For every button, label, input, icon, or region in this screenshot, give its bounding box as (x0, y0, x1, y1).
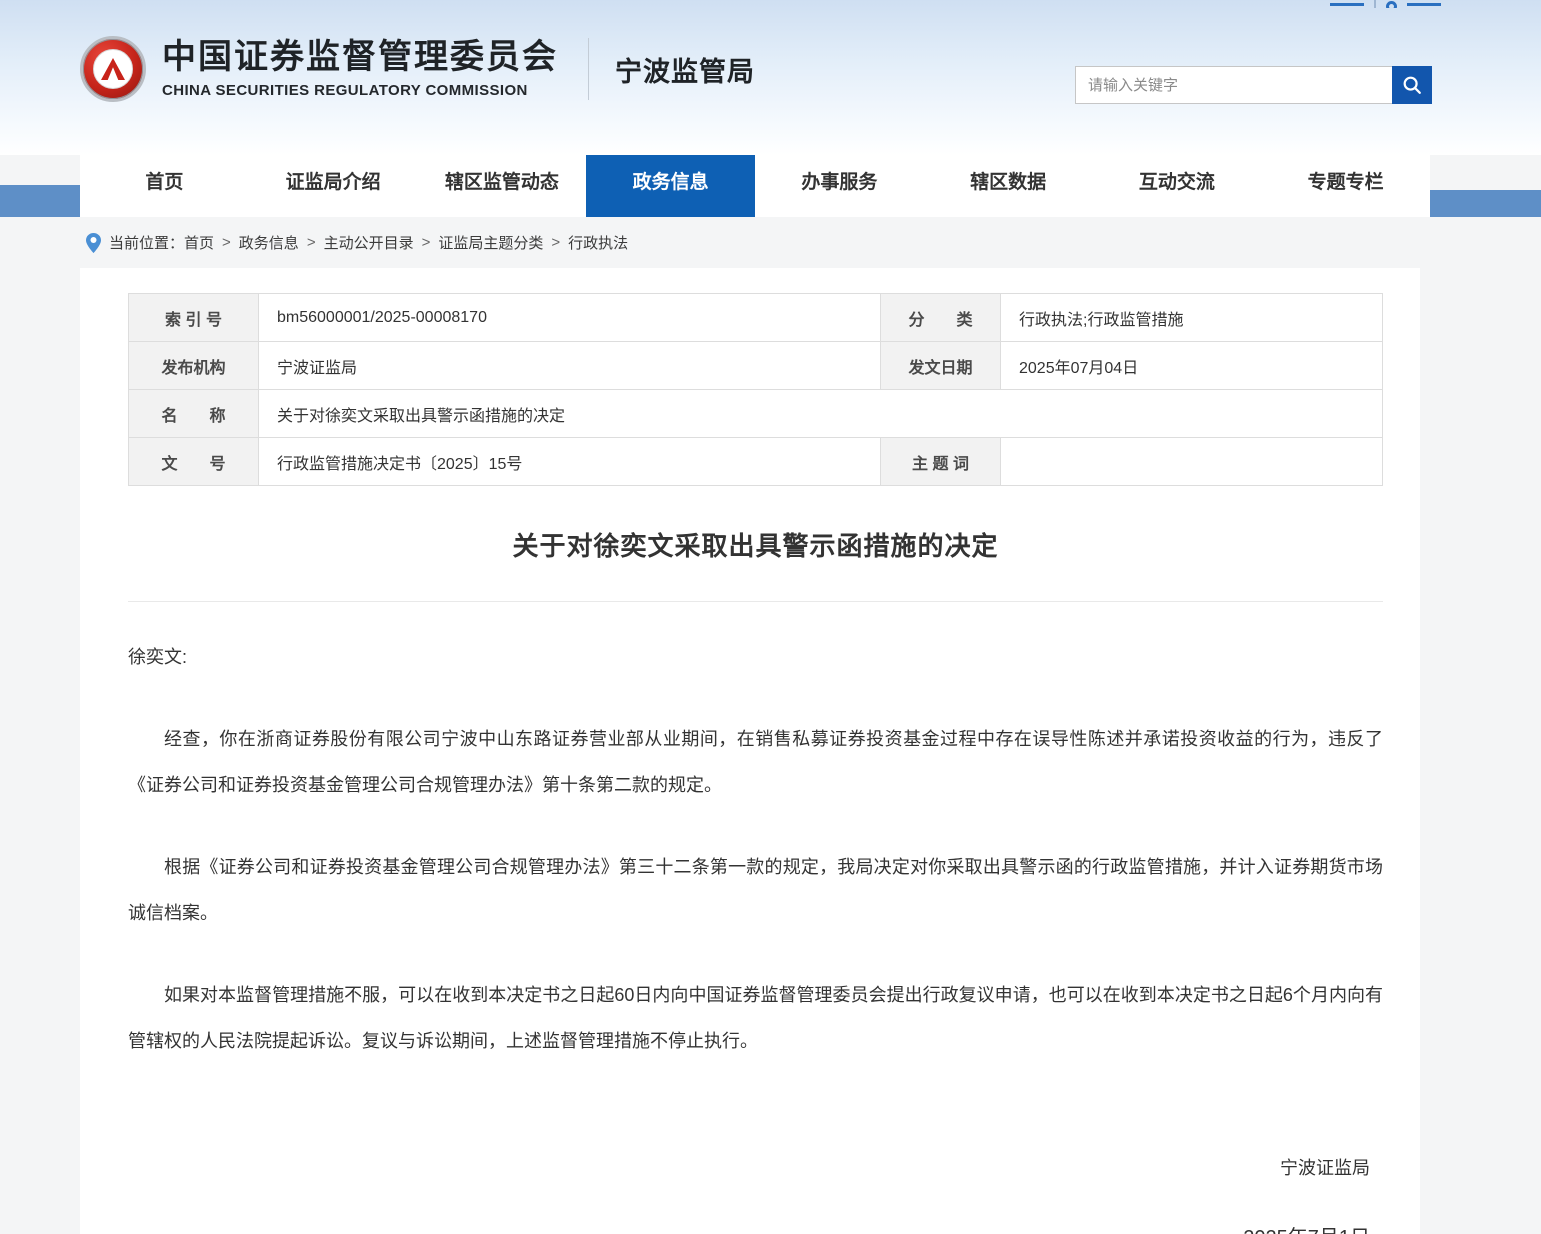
nav-item-regional-data[interactable]: 辖区数据 (924, 155, 1093, 210)
table-row: 名 称 关于对徐奕文采取出具警示函措施的决定 (129, 390, 1383, 438)
nav-item-regional-supervision[interactable]: 辖区监管动态 (418, 155, 587, 210)
main-navigation: 首页 证监局介绍 辖区监管动态 政务信息 办事服务 辖区数据 互动交流 专题专栏 (0, 155, 1541, 217)
clipped-icon (1386, 1, 1397, 8)
meta-keywords-label: 主 题 词 (881, 438, 1001, 486)
meta-category-value: 行政执法;行政监管措施 (1001, 294, 1383, 342)
article-paragraph-3: 如果对本监督管理措施不服，可以在收到本决定书之日起60日内向中国证券监督管理委员… (128, 972, 1383, 1064)
document-meta-table: 索 引 号 bm56000001/2025-00008170 分 类 行政执法;… (128, 293, 1383, 486)
search-bar (1075, 66, 1432, 104)
location-pin-icon (86, 233, 101, 253)
signature-org: 宁波证监局 (128, 1154, 1370, 1182)
nav-item-services[interactable]: 办事服务 (755, 155, 924, 210)
search-icon (1401, 74, 1423, 96)
breadcrumb-prefix: 当前位置： (109, 232, 184, 253)
nav-item-bureau-intro[interactable]: 证监局介绍 (249, 155, 418, 210)
top-toolbar-clipped (1330, 0, 1441, 8)
page-title: 关于对徐奕文采取出具警示函措施的决定 (128, 526, 1383, 563)
article-salutation: 徐奕文: (128, 634, 1383, 680)
meta-category-label: 分 类 (881, 294, 1001, 342)
breadcrumb-link-law-enforcement[interactable]: 行政执法 (568, 232, 628, 253)
table-row: 发布机构 宁波证监局 发文日期 2025年07月04日 (129, 342, 1383, 390)
breadcrumb-link-disclosure-directory[interactable]: 主动公开目录 (324, 232, 414, 253)
nav-item-home[interactable]: 首页 (80, 155, 249, 210)
search-input[interactable] (1075, 66, 1392, 104)
breadcrumb: 当前位置： 首页 > 政务信息 > 主动公开目录 > 证监局主题分类 > 行政执… (0, 217, 1541, 268)
meta-name-value: 关于对徐奕文采取出具警示函措施的决定 (259, 390, 1383, 438)
table-row: 文 号 行政监管措施决定书〔2025〕15号 主 题 词 (129, 438, 1383, 486)
meta-keywords-value (1001, 438, 1383, 486)
article-body: 徐奕文: 经查，你在浙商证券股份有限公司宁波中山东路证券营业部从业期间，在销售私… (128, 634, 1383, 1234)
meta-docno-label: 文 号 (129, 438, 259, 486)
signature-block: 宁波证监局 2025年7月1日 (128, 1154, 1383, 1234)
org-name-cn: 中国证券监督管理委员会 (162, 39, 558, 76)
meta-name-label: 名 称 (129, 390, 259, 438)
meta-index-value: bm56000001/2025-00008170 (259, 294, 881, 342)
search-button[interactable] (1392, 66, 1432, 104)
content-container: 索 引 号 bm56000001/2025-00008170 分 类 行政执法;… (80, 268, 1420, 1234)
nav-left-decoration (0, 185, 80, 217)
site-header: 中国证券监督管理委员会 CHINA SECURITIES REGULATORY … (0, 0, 1541, 155)
bureau-name: 宁波监管局 (615, 50, 755, 89)
meta-docno-value: 行政监管措施决定书〔2025〕15号 (259, 438, 881, 486)
brand-divider (588, 38, 589, 100)
meta-pubdate-value: 2025年07月04日 (1001, 342, 1383, 390)
article-header: 关于对徐奕文采取出具警示函措施的决定 (128, 486, 1383, 602)
meta-publisher-value: 宁波证监局 (259, 342, 881, 390)
meta-publisher-label: 发布机构 (129, 342, 259, 390)
nav-item-interaction[interactable]: 互动交流 (1093, 155, 1262, 210)
site-brand[interactable]: 中国证券监督管理委员会 CHINA SECURITIES REGULATORY … (80, 36, 755, 102)
nav-item-special-topics[interactable]: 专题专栏 (1261, 155, 1430, 210)
meta-index-label: 索 引 号 (129, 294, 259, 342)
nav-item-government-info[interactable]: 政务信息 (586, 155, 755, 217)
breadcrumb-link-home[interactable]: 首页 (184, 232, 214, 253)
breadcrumb-link-topic-category[interactable]: 证监局主题分类 (438, 232, 543, 253)
signature-date: 2025年7月1日 (128, 1224, 1370, 1234)
article-paragraph-2: 根据《证券公司和证券投资基金管理公司合规管理办法》第三十二条第一款的规定，我局决… (128, 844, 1383, 936)
table-row: 索 引 号 bm56000001/2025-00008170 分 类 行政执法;… (129, 294, 1383, 342)
csrc-logo-icon (80, 36, 146, 102)
meta-pubdate-label: 发文日期 (881, 342, 1001, 390)
article-paragraph-1: 经查，你在浙商证券股份有限公司宁波中山东路证券营业部从业期间，在销售私募证券投资… (128, 716, 1383, 808)
org-name-en: CHINA SECURITIES REGULATORY COMMISSION (162, 82, 558, 99)
nav-right-decoration (1430, 190, 1541, 217)
breadcrumb-link-government-info[interactable]: 政务信息 (239, 232, 299, 253)
